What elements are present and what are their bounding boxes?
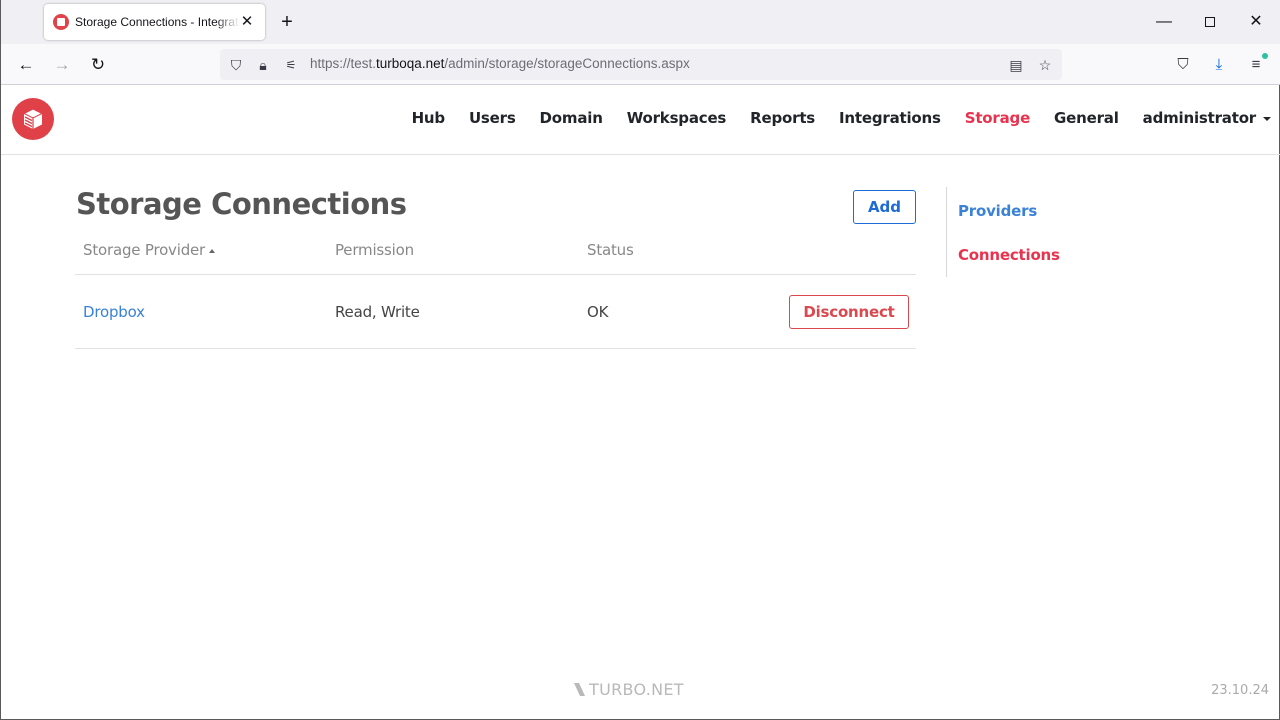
footer-brand-logo: TURBO.NET — [573, 680, 684, 699]
side-nav: Providers Connections — [946, 187, 1060, 277]
nav-integrations[interactable]: Integrations — [839, 109, 941, 127]
browser-tab-strip: Storage Connections - Integrations ✕ + —… — [1, 0, 1280, 44]
maximize-icon — [1205, 16, 1215, 27]
app-menu-icon[interactable]: ≡ — [1246, 53, 1268, 75]
sort-ascending-icon — [209, 248, 216, 253]
footer-brand-text: TURBO.NET — [589, 680, 684, 699]
nav-hub[interactable]: Hub — [412, 109, 446, 127]
site-header: Hub Users Domain Workspaces Reports Inte… — [1, 85, 1280, 155]
bookmark-star-icon[interactable]: ☆ — [1035, 55, 1055, 75]
provider-link[interactable]: Dropbox — [83, 303, 145, 321]
close-window-button[interactable]: ✕ — [1233, 6, 1279, 38]
main-nav: Hub Users Domain Workspaces Reports Inte… — [388, 109, 1271, 127]
forward-button[interactable]: → — [47, 50, 77, 80]
chevron-down-icon — [1263, 116, 1271, 121]
add-connection-button[interactable]: Add — [853, 190, 916, 224]
column-header-storage-provider[interactable]: Storage Provider — [83, 241, 216, 259]
status-cell: OK — [587, 303, 609, 321]
url-domain: turboqa.net — [376, 56, 445, 71]
reload-button[interactable]: ↻ — [83, 50, 113, 80]
nav-domain[interactable]: Domain — [540, 109, 603, 127]
new-tab-button[interactable]: + — [275, 10, 299, 34]
column-header-permission[interactable]: Permission — [335, 241, 414, 259]
minimize-window-button[interactable]: — — [1141, 6, 1187, 38]
browser-tab-active[interactable]: Storage Connections - Integrations ✕ — [44, 4, 265, 40]
url-prefix: https://test. — [310, 56, 377, 71]
column-header-label: Storage Provider — [83, 241, 206, 259]
tab-title: Storage Connections - Integrations — [75, 15, 240, 29]
address-bar[interactable]: ⛉ 🔒︎ ⚟ https://test.turboqa.net/admin/st… — [220, 49, 1062, 80]
column-header-status[interactable]: Status — [587, 241, 634, 259]
table-row: Dropbox Read, Write OK Disconnect — [75, 275, 916, 349]
side-nav-providers[interactable]: Providers — [958, 202, 1037, 220]
downloads-icon[interactable]: ⤓ — [1209, 55, 1229, 75]
pocket-icon[interactable]: ⛉ — [1173, 55, 1193, 75]
user-menu-label: administrator — [1142, 109, 1257, 127]
cube-icon — [22, 108, 44, 129]
turbo-logo-icon[interactable] — [12, 98, 54, 140]
disconnect-button[interactable]: Disconnect — [789, 295, 909, 329]
reader-view-icon[interactable]: ▤ — [1006, 55, 1026, 75]
nav-storage[interactable]: Storage — [965, 109, 1031, 127]
user-menu-dropdown[interactable]: administrator — [1143, 109, 1271, 127]
table-header: Storage Provider Permission Status — [75, 232, 916, 275]
back-button[interactable]: ← — [11, 50, 41, 80]
nav-workspaces[interactable]: Workspaces — [627, 109, 727, 127]
side-nav-connections[interactable]: Connections — [958, 246, 1060, 264]
browser-toolbar: ← → ↻ ⛉ 🔒︎ ⚟ https://test.turboqa.net/ad… — [1, 44, 1280, 85]
site-favicon-icon — [53, 14, 69, 30]
maximize-window-button[interactable] — [1187, 6, 1233, 38]
tracking-protection-shield-icon[interactable]: ⛉ — [226, 55, 246, 75]
nav-reports[interactable]: Reports — [750, 109, 815, 127]
permission-cell: Read, Write — [335, 303, 420, 321]
site-permissions-icon[interactable]: ⚟ — [281, 55, 301, 75]
lock-icon[interactable]: 🔒︎ — [253, 55, 273, 75]
page-title: Storage Connections — [76, 187, 407, 221]
url-text[interactable]: https://test.turboqa.net/admin/storage/s… — [310, 56, 690, 71]
nav-users[interactable]: Users — [469, 109, 516, 127]
url-path: /admin/storage/storageConnections.aspx — [444, 56, 690, 71]
turbo-slash-icon — [573, 683, 586, 696]
close-tab-icon[interactable]: ✕ — [237, 12, 257, 32]
version-label: 23.10.24 — [1211, 683, 1269, 698]
nav-general[interactable]: General — [1054, 109, 1119, 127]
connections-table: Storage Provider Permission Status Dropb… — [75, 232, 916, 349]
